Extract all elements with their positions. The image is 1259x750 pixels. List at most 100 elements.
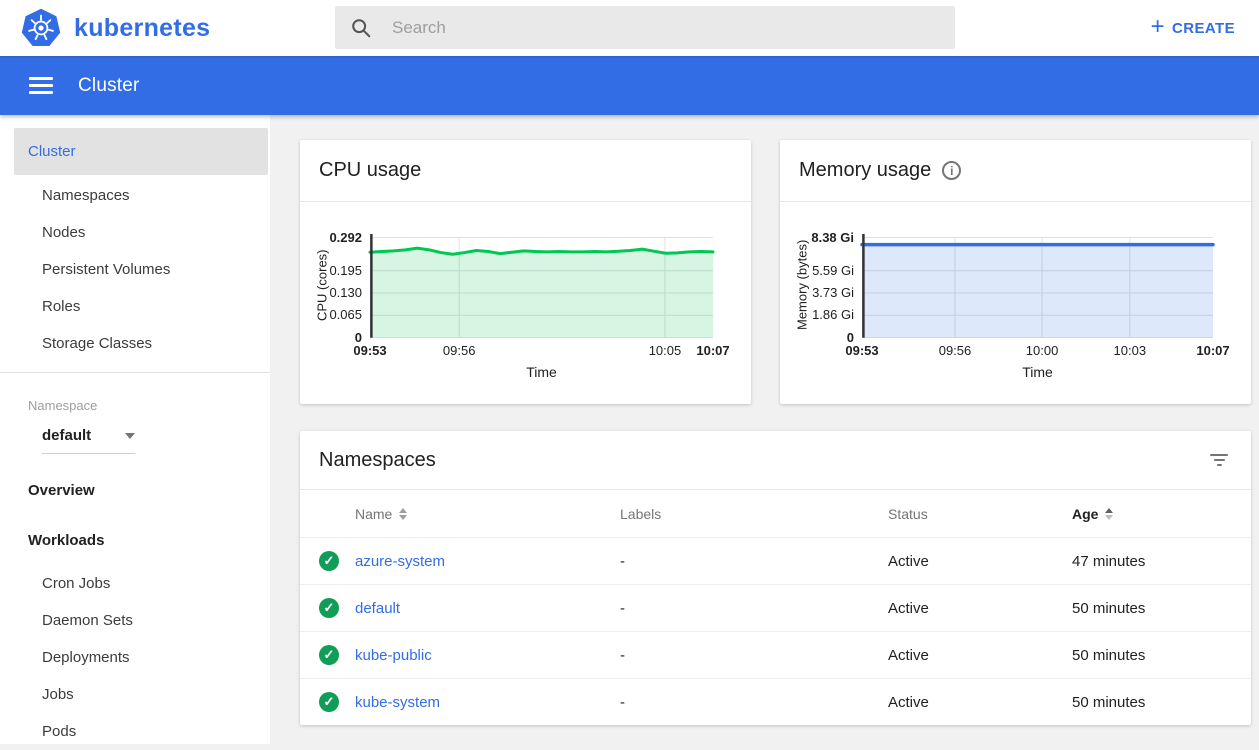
sidebar-item-roles[interactable]: Roles: [0, 288, 270, 325]
create-button-label: CREATE: [1172, 20, 1235, 37]
status-ok-icon: ✓: [319, 598, 339, 618]
page-title: Cluster: [78, 75, 140, 97]
plus-icon: +: [1151, 15, 1165, 39]
namespace-selector[interactable]: default: [42, 427, 135, 454]
status-ok-icon: ✓: [319, 551, 339, 571]
sidebar-item-label: Cluster: [28, 143, 76, 160]
age-cell: 47 minutes: [1072, 553, 1251, 570]
y-tick-label: 8.38 Gi: [811, 230, 854, 245]
x-tick-label: 10:03: [1114, 343, 1147, 358]
memory-x-axis-label: Time: [780, 364, 1251, 380]
search-icon: [350, 17, 372, 39]
x-tick-label: 10:07: [696, 343, 729, 358]
namespace-link[interactable]: kube-system: [355, 694, 440, 711]
memory-plot-area: [862, 232, 1213, 338]
sidebar-item-nodes[interactable]: Nodes: [0, 214, 270, 251]
status-cell: Active: [888, 694, 1072, 711]
column-header-age[interactable]: Age: [1072, 506, 1251, 522]
labels-cell: -: [620, 600, 888, 617]
namespaces-title: Namespaces: [319, 449, 436, 472]
age-cell: 50 minutes: [1072, 600, 1251, 617]
app-header: kubernetes + CREATE: [0, 0, 1259, 56]
sidebar-item-deployments[interactable]: Deployments: [0, 639, 270, 676]
y-tick-label: 5.59 Gi: [812, 263, 854, 278]
brand-name: kubernetes: [74, 14, 210, 43]
namespace-selected-value: default: [42, 427, 91, 444]
hamburger-menu-icon[interactable]: [29, 73, 53, 98]
memory-y-axis-ticks: 8.38 Gi5.59 Gi3.73 Gi1.86 Gi0: [814, 232, 862, 338]
labels-cell: -: [620, 694, 888, 711]
sidebar-item-cluster[interactable]: Cluster: [14, 128, 268, 175]
sort-icon: [399, 508, 407, 520]
column-header-status[interactable]: Status: [888, 506, 1072, 522]
sidebar-item-workloads[interactable]: Workloads: [0, 522, 270, 559]
cpu-x-axis-ticks: 09:5309:5610:0510:07: [370, 338, 713, 359]
table-row: ✓ azure-system - Active 47 minutes: [300, 537, 1251, 584]
sidebar-item-daemon-sets[interactable]: Daemon Sets: [0, 602, 270, 639]
namespaces-card: Namespaces Name Labels Status Age: [300, 431, 1251, 725]
memory-x-axis-ticks: 09:5309:5610:0010:0310:07: [862, 338, 1213, 359]
table-row: ✓ default - Active 50 minutes: [300, 584, 1251, 631]
sidebar: Cluster Namespaces Nodes Persistent Volu…: [0, 115, 270, 744]
sidebar-item-persistent-volumes[interactable]: Persistent Volumes: [0, 251, 270, 288]
sidebar-item-cron-jobs[interactable]: Cron Jobs: [0, 565, 270, 602]
y-tick-label: 0.292: [329, 230, 362, 245]
namespace-link[interactable]: azure-system: [355, 553, 445, 570]
status-ok-icon: ✓: [319, 692, 339, 712]
y-tick-label: 3.73 Gi: [812, 285, 854, 300]
create-button[interactable]: + CREATE: [1145, 0, 1241, 56]
memory-usage-card: Memory usage i Memory (bytes) 8.38 Gi 5.5…: [780, 140, 1251, 404]
column-header-name[interactable]: Name: [355, 506, 620, 522]
x-tick-label: 09:56: [939, 343, 972, 358]
sidebar-item-overview[interactable]: Overview: [0, 472, 270, 509]
sidebar-item-namespaces[interactable]: Namespaces: [0, 177, 270, 214]
sidebar-item-pods[interactable]: Pods: [0, 713, 270, 750]
namespace-link[interactable]: default: [355, 600, 400, 617]
namespace-link[interactable]: kube-public: [355, 647, 432, 664]
info-icon[interactable]: i: [942, 161, 961, 180]
status-cell: Active: [888, 553, 1072, 570]
toolbar: Cluster: [0, 56, 1259, 115]
x-tick-label: 10:00: [1026, 343, 1059, 358]
namespace-label: Namespace: [0, 373, 270, 413]
y-tick-label: 1.86 Gi: [812, 307, 854, 322]
chevron-down-icon: [125, 433, 135, 439]
cpu-usage-chart: CPU (cores) 0.2920.1950.1300.0650 09:530…: [300, 232, 751, 380]
cpu-usage-card: CPU usage CPU (cores) 0.2920.1950.1300.0…: [300, 140, 751, 404]
cpu-usage-title: CPU usage: [319, 159, 421, 182]
memory-usage-title: Memory usage: [799, 159, 931, 182]
y-tick-label: 0.065: [329, 307, 362, 322]
status-ok-icon: ✓: [319, 645, 339, 665]
kubernetes-logo-icon: [21, 8, 61, 48]
x-tick-label: 09:56: [443, 343, 476, 358]
labels-cell: -: [620, 647, 888, 664]
memory-usage-chart: Memory (bytes) 8.38 Gi 5.59 Gi 3.73 Gi 1.86…: [780, 232, 1251, 380]
table-header-row: Name Labels Status Age: [300, 489, 1251, 537]
age-cell: 50 minutes: [1072, 694, 1251, 711]
brand[interactable]: kubernetes: [0, 8, 210, 48]
cpu-plot-area: [370, 232, 713, 338]
main-content: CPU usage CPU (cores) 0.2920.1950.1300.0…: [270, 115, 1259, 744]
cpu-x-axis-label: Time: [300, 364, 751, 380]
age-cell: 50 minutes: [1072, 647, 1251, 664]
y-tick-label: 0.130: [329, 285, 362, 300]
table-row: ✓ kube-public - Active 50 minutes: [300, 631, 1251, 678]
memory-y-axis-label: Memory (bytes): [790, 232, 814, 338]
x-tick-label: 10:07: [1196, 343, 1229, 358]
x-tick-label: 09:53: [353, 343, 386, 358]
search-input[interactable]: [390, 17, 940, 39]
sidebar-item-storage-classes[interactable]: Storage Classes: [0, 325, 270, 362]
labels-cell: -: [620, 553, 888, 570]
column-header-labels[interactable]: Labels: [620, 506, 888, 522]
cpu-y-axis-ticks: 0.2920.1950.1300.0650: [334, 232, 370, 338]
status-cell: Active: [888, 647, 1072, 664]
filter-icon[interactable]: [1206, 450, 1232, 470]
x-tick-label: 09:53: [845, 343, 878, 358]
y-tick-label: 0.195: [329, 263, 362, 278]
search-bar[interactable]: [335, 6, 955, 49]
status-cell: Active: [888, 600, 1072, 617]
sort-icon-active: [1105, 508, 1113, 520]
sidebar-item-jobs[interactable]: Jobs: [0, 676, 270, 713]
x-tick-label: 10:05: [649, 343, 682, 358]
table-row: ✓ kube-system - Active 50 minutes: [300, 678, 1251, 725]
